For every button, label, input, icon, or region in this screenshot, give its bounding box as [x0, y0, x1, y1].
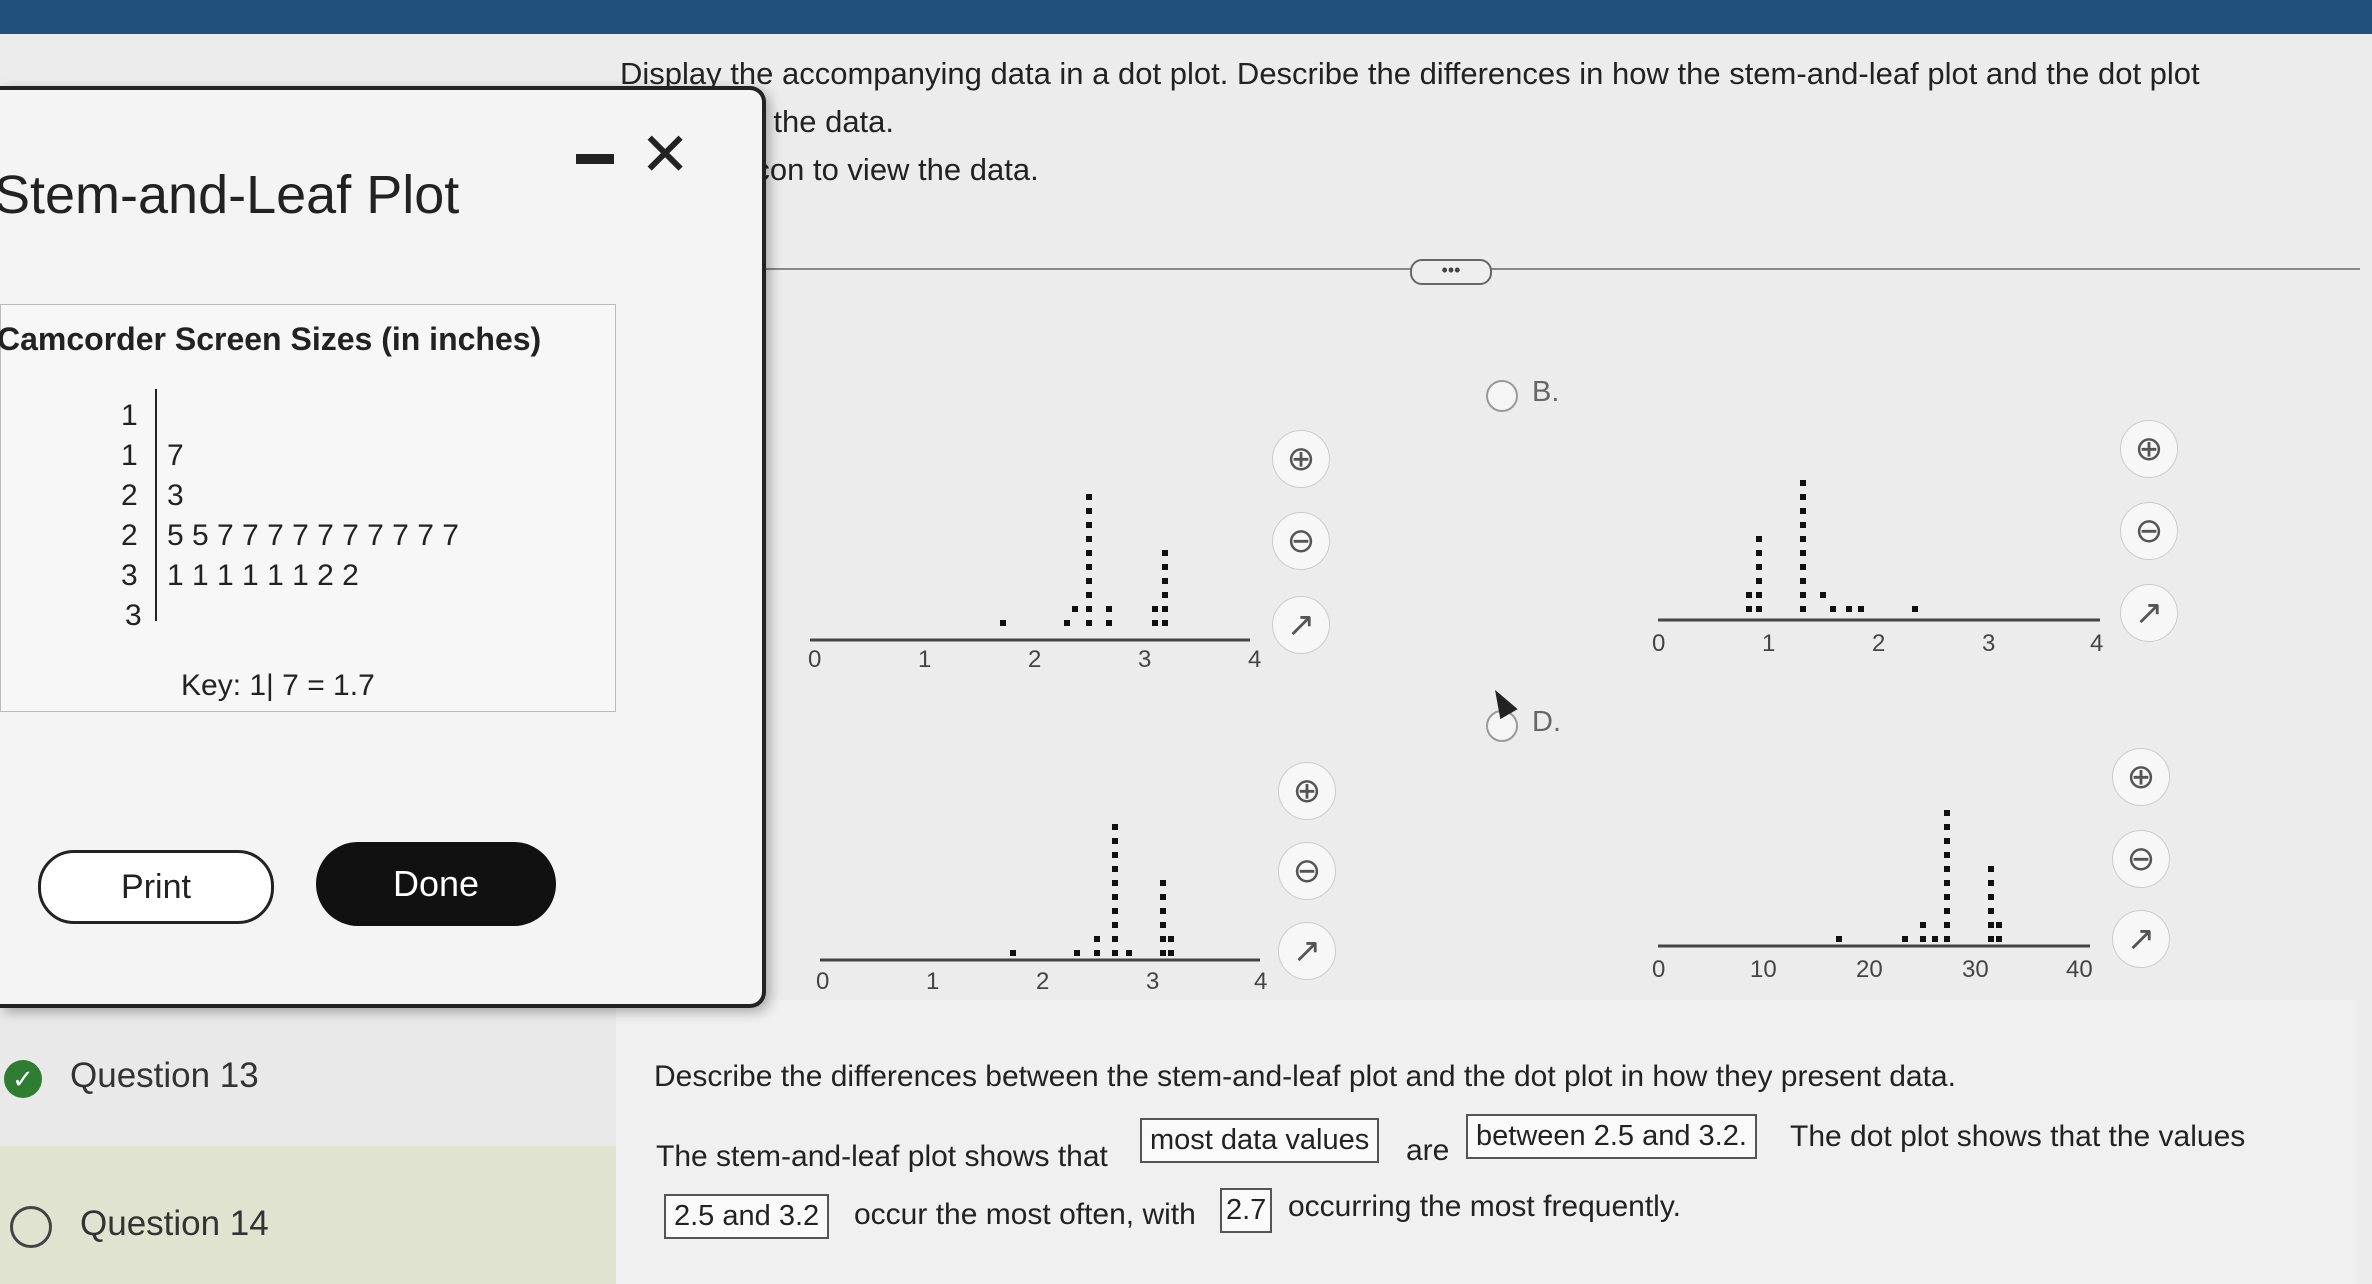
question-line-1: Display the accompanying data in a dot p… [620, 56, 2200, 91]
dot-plot-d [1658, 810, 2090, 948]
modal-title: Stem-and-Leaf Plot [0, 165, 460, 225]
answer-part-2: are [1406, 1134, 1450, 1167]
zoom-in-icon[interactable]: ⊕ [2120, 420, 2178, 478]
answer-part-5: occurring the most frequently. [1288, 1190, 1681, 1223]
leaves: 3 [167, 479, 184, 512]
dot-plot-c [820, 824, 1260, 962]
tick-label: 4 [2090, 630, 2104, 657]
external-link-icon[interactable]: ↗ [2120, 584, 2178, 642]
leaves: 5 5 7 7 7 7 7 7 7 7 7 7 [167, 519, 459, 552]
stem: 1 [121, 399, 138, 432]
close-icon[interactable]: ✕ [640, 120, 690, 190]
answer-prompt: Describe the differences between the ste… [654, 1060, 1956, 1093]
option-b-label: B. [1532, 376, 1560, 408]
top-bar [0, 0, 2372, 34]
stem: 1 [121, 439, 138, 472]
print-button[interactable]: Print [38, 850, 274, 924]
tick-label: 2 [1028, 646, 1042, 673]
data-title: Camcorder Screen Sizes (in inches) [0, 321, 542, 357]
tick-label: 0 [1652, 630, 1666, 657]
answer-part-1: The stem-and-leaf plot shows that [656, 1140, 1108, 1173]
stem: 2 [121, 479, 138, 512]
stem: 2 [121, 519, 138, 552]
tick-label: 1 [918, 646, 932, 673]
tick-label: 4 [1248, 646, 1262, 673]
zoom-in-icon[interactable]: ⊕ [1278, 762, 1336, 820]
stem-divider [155, 389, 157, 621]
zoom-out-icon[interactable]: ⊖ [1278, 842, 1336, 900]
stem-leaf-modal: Stem-and-Leaf Plot ✕ Camcorder Screen Si… [0, 86, 766, 1008]
tick-label: 20 [1856, 956, 1883, 983]
zoom-in-icon[interactable]: ⊕ [2112, 748, 2170, 806]
zoom-out-icon[interactable]: ⊖ [1272, 512, 1330, 570]
zoom-out-icon[interactable]: ⊖ [2112, 830, 2170, 888]
nav-question-13[interactable]: Question 13 [70, 1056, 259, 1096]
zoom-out-icon[interactable]: ⊖ [2120, 502, 2178, 560]
zoom-in-icon[interactable]: ⊕ [1272, 430, 1330, 488]
external-link-icon[interactable]: ↗ [1278, 922, 1336, 980]
tick-label: 1 [926, 968, 940, 995]
option-b-radio[interactable] [1486, 380, 1518, 412]
tick-label: 1 [1762, 630, 1776, 657]
leaves: 7 [167, 439, 184, 472]
tick-label: 3 [1138, 646, 1152, 673]
data-panel: Camcorder Screen Sizes (in inches) 1 1 7… [0, 304, 616, 712]
answer-dropdown-3[interactable]: 2.5 and 3.2 [664, 1194, 830, 1239]
external-link-icon[interactable]: ↗ [1272, 596, 1330, 654]
minimize-icon[interactable] [576, 154, 614, 164]
tick-label: 30 [1962, 956, 1989, 983]
more-button[interactable]: ••• [1410, 259, 1492, 285]
stem: 3 [125, 599, 142, 632]
leaves: 1 1 1 1 1 1 2 2 [167, 559, 359, 592]
tick-label: 3 [1146, 968, 1160, 995]
stem: 3 [121, 559, 138, 592]
tick-label: 3 [1982, 630, 1996, 657]
tick-label: 10 [1750, 956, 1777, 983]
answer-part-3: The dot plot shows that the values [1790, 1120, 2246, 1153]
divider [740, 268, 2360, 270]
tick-label: 2 [1872, 630, 1886, 657]
external-link-icon[interactable]: ↗ [2112, 910, 2170, 968]
tick-label: 0 [808, 646, 822, 673]
answer-dropdown-2[interactable]: between 2.5 and 3.2. [1466, 1114, 1757, 1159]
circle-icon [10, 1206, 52, 1248]
answer-dropdown-1[interactable]: most data values [1140, 1118, 1380, 1163]
answer-dropdown-4[interactable]: 2.7 [1220, 1188, 1273, 1233]
option-d-label: D. [1532, 706, 1561, 738]
answer-part-4: occur the most often, with [854, 1198, 1196, 1231]
check-icon: ✓ [4, 1060, 42, 1098]
tick-label: 2 [1036, 968, 1050, 995]
done-button[interactable]: Done [316, 842, 556, 926]
tick-label: 0 [1652, 956, 1666, 983]
plot-key: Key: 1| 7 = 1.7 [181, 669, 375, 702]
tick-label: 0 [816, 968, 830, 995]
tick-label: 40 [2066, 956, 2093, 983]
tick-label: 4 [1254, 968, 1268, 995]
nav-question-14[interactable]: Question 14 [80, 1204, 269, 1244]
